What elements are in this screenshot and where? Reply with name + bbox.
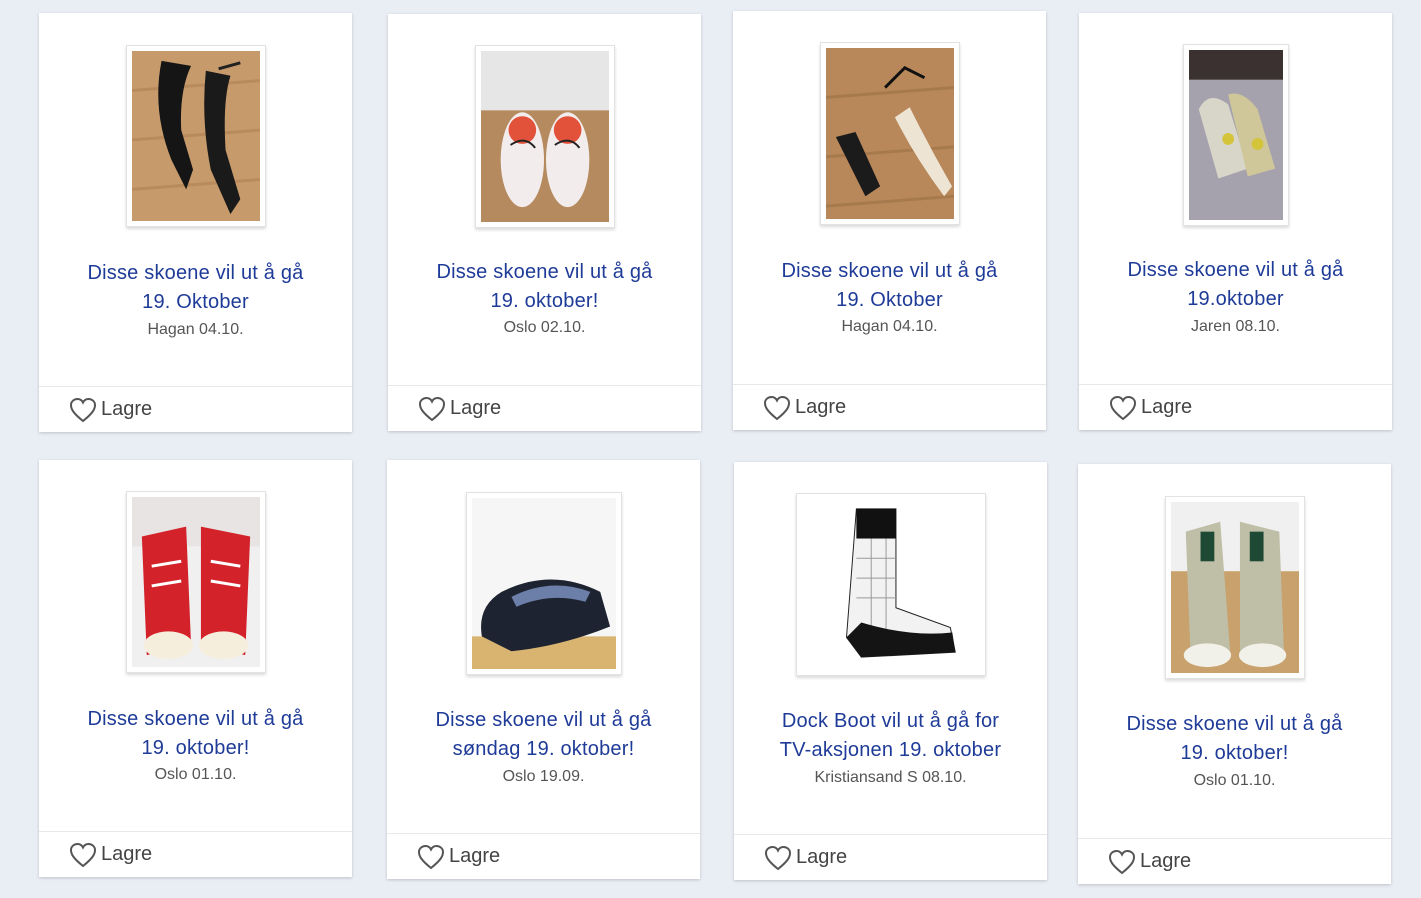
listing-location-date: Jaren 08.10. [1191, 318, 1280, 335]
heart-icon [69, 842, 97, 867]
save-label: Lagre [1140, 850, 1192, 872]
red-sneakers-photo[interactable] [125, 491, 266, 673]
listing-card[interactable]: Dock Boot vil ut å gå for TV-aksjonen 19… [734, 462, 1047, 880]
save-label: Lagre [1141, 396, 1193, 418]
save-label: Lagre [449, 845, 501, 867]
listing-title[interactable]: Disse skoene vil ut å gå 19. oktober! [396, 258, 693, 316]
listing-location-date: Oslo 01.10. [154, 766, 237, 783]
listing-title[interactable]: Disse skoene vil ut å gå 19. oktober! [1086, 710, 1383, 768]
save-button[interactable]: Lagre [1079, 384, 1392, 430]
save-button[interactable]: Lagre [39, 386, 352, 432]
save-button[interactable]: Lagre [734, 834, 1047, 880]
listing-card[interactable]: Disse skoene vil ut å gå 19. oktober! Os… [1078, 464, 1391, 884]
listing-location-date: Hagan 04.10. [841, 318, 938, 335]
white-loafers-photo[interactable] [474, 45, 615, 228]
listing-location-date: Hagan 04.10. [147, 321, 244, 338]
heart-icon [764, 845, 792, 870]
listing-location-date: Oslo 19.09. [502, 768, 585, 785]
listing-title[interactable]: Disse skoene vil ut å gå søndag 19. okto… [395, 706, 692, 764]
listing-card[interactable]: Disse skoene vil ut å gå 19. oktober! Os… [39, 460, 352, 877]
listing-title[interactable]: Disse skoene vil ut å gå 19. Oktober [47, 259, 344, 317]
save-label: Lagre [796, 846, 848, 868]
save-label: Lagre [450, 397, 502, 419]
save-button[interactable]: Lagre [387, 833, 700, 879]
listing-card[interactable]: Disse skoene vil ut å gå søndag 19. okto… [387, 460, 700, 879]
listing-card[interactable]: Disse skoene vil ut å gå 19. oktober! Os… [388, 14, 701, 431]
heart-icon [69, 397, 97, 422]
silver-sneakers-photo[interactable] [1164, 496, 1305, 679]
beige-heels-photo[interactable] [819, 42, 960, 225]
heart-icon [417, 844, 445, 869]
listing-title[interactable]: Dock Boot vil ut å gå for TV-aksjonen 19… [742, 707, 1039, 765]
save-button[interactable]: Lagre [733, 384, 1046, 430]
listing-card[interactable]: Disse skoene vil ut å gå 19. Oktober Hag… [733, 11, 1046, 430]
listing-card[interactable]: Disse skoene vil ut å gå 19. Oktober Hag… [39, 13, 352, 432]
heart-icon [418, 396, 446, 421]
listing-location-date: Oslo 02.10. [503, 319, 586, 336]
heart-icon [1109, 395, 1137, 420]
black-slip-on-photo[interactable] [465, 492, 622, 675]
black-strappy-heels-photo[interactable] [125, 45, 266, 227]
rubber-boot-photo[interactable] [795, 493, 986, 676]
save-button[interactable]: Lagre [388, 385, 701, 431]
listing-title[interactable]: Disse skoene vil ut å gå 19. Oktober [741, 257, 1038, 315]
save-label: Lagre [795, 396, 847, 418]
save-label: Lagre [101, 843, 153, 865]
listing-title[interactable]: Disse skoene vil ut å gå 19. oktober! [47, 705, 344, 763]
save-button[interactable]: Lagre [39, 831, 352, 877]
listing-location-date: Kristiansand S 08.10. [814, 769, 967, 786]
high-top-sneakers-photo[interactable] [1182, 44, 1289, 226]
save-label: Lagre [101, 398, 153, 420]
heart-icon [763, 395, 791, 420]
listing-title[interactable]: Disse skoene vil ut å gå 19.oktober [1087, 256, 1384, 314]
listing-card[interactable]: Disse skoene vil ut å gå 19.oktober Jare… [1079, 13, 1392, 430]
save-button[interactable]: Lagre [1078, 838, 1391, 884]
heart-icon [1108, 849, 1136, 874]
listing-location-date: Oslo 01.10. [1193, 772, 1276, 789]
